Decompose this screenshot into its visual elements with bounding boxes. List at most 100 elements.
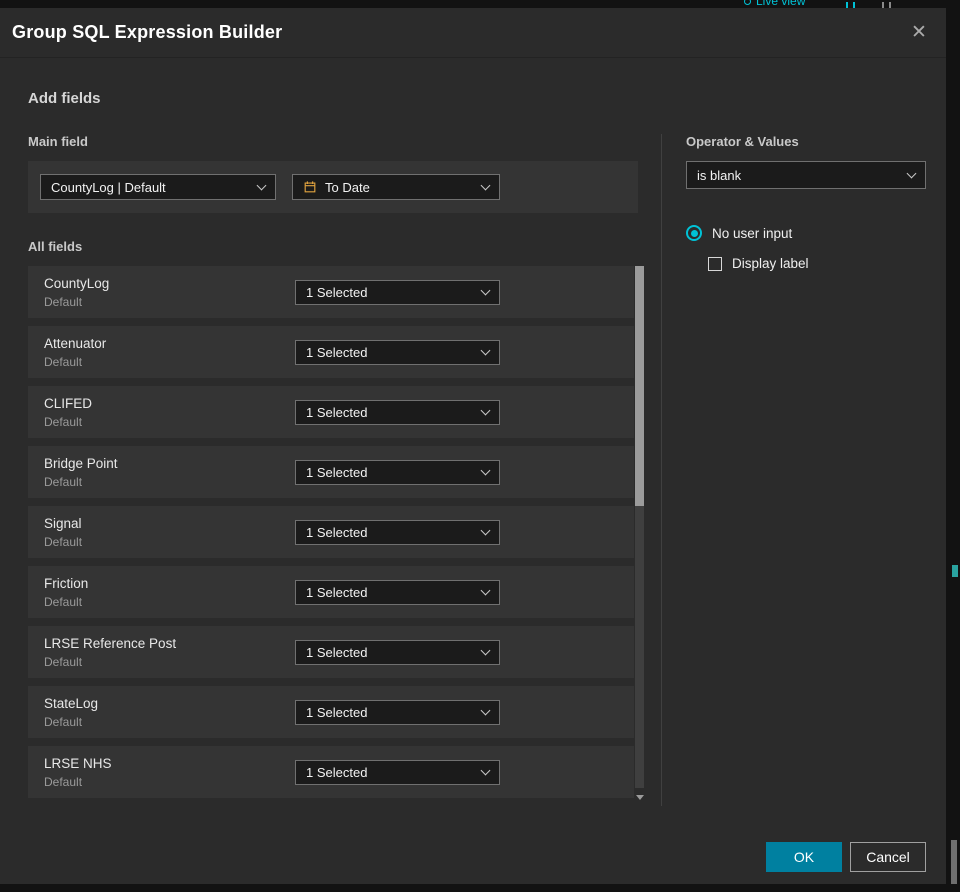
all-fields-label: All fields <box>28 239 83 254</box>
field-name: StateLog <box>44 695 99 711</box>
field-subtitle: Default <box>44 594 83 609</box>
date-field-dropdown-value: To Date <box>325 179 370 195</box>
field-selected-value: 1 Selected <box>306 284 368 300</box>
field-name: Signal <box>44 515 82 531</box>
dialog-header: Group SQL Expression Builder ✕ <box>0 8 946 58</box>
field-selected-value: 1 Selected <box>306 464 368 480</box>
scrollbar-down-arrow-icon[interactable] <box>635 793 644 801</box>
chevron-down-icon <box>480 405 491 416</box>
field-selected-dropdown[interactable]: 1 Selected <box>295 519 500 545</box>
chevron-down-icon <box>480 465 491 476</box>
close-icon: ✕ <box>911 22 927 43</box>
field-row: Signal Default 1 Selected <box>28 506 634 558</box>
chevron-down-icon <box>480 285 491 296</box>
scrollbar-thumb[interactable] <box>635 266 644 507</box>
field-selected-dropdown[interactable]: 1 Selected <box>295 699 500 725</box>
field-name: LRSE Reference Post <box>44 635 177 651</box>
field-row: CLIFED Default 1 Selected <box>28 386 634 438</box>
field-selected-value: 1 Selected <box>306 764 368 780</box>
ok-button[interactable]: OK <box>766 842 842 872</box>
add-fields-heading: Add fields <box>28 90 101 107</box>
display-label-checkbox[interactable] <box>708 256 722 271</box>
chevron-down-icon <box>480 705 491 716</box>
main-field-dropdown[interactable]: CountyLog | Default <box>40 174 276 200</box>
operator-dropdown[interactable]: is blank <box>686 161 926 189</box>
field-selected-dropdown[interactable]: 1 Selected <box>295 279 500 305</box>
field-selected-value: 1 Selected <box>306 404 368 420</box>
field-info: Signal Default <box>44 516 295 549</box>
field-subtitle: Default <box>44 474 83 489</box>
field-info: Attenuator Default <box>44 336 295 369</box>
calendar-icon <box>303 180 317 194</box>
field-row: StateLog Default 1 Selected <box>28 686 634 738</box>
field-subtitle: Default <box>44 714 83 729</box>
no-user-input-label: No user input <box>712 225 793 241</box>
field-row: Attenuator Default 1 Selected <box>28 326 634 378</box>
live-view-indicator: Live view <box>744 0 805 8</box>
main-field-label: Main field <box>28 134 88 149</box>
field-selected-value: 1 Selected <box>306 344 368 360</box>
field-name: Friction <box>44 575 89 591</box>
operator-values-panel: Operator & Values is blank No user input… <box>661 134 946 806</box>
chevron-down-icon <box>480 645 491 656</box>
display-label-text: Display label <box>732 256 809 271</box>
main-field-dropdown-value: CountyLog | Default <box>51 179 166 195</box>
scrollbar[interactable] <box>635 266 644 788</box>
close-button[interactable]: ✕ <box>906 20 932 46</box>
field-selected-dropdown[interactable]: 1 Selected <box>295 399 500 425</box>
field-selected-dropdown[interactable]: 1 Selected <box>295 639 500 665</box>
chevron-down-icon <box>480 525 491 536</box>
display-label-option[interactable]: Display label <box>708 256 926 271</box>
live-view-label: Live view <box>756 0 806 8</box>
field-row: LRSE NHS Default 1 Selected <box>28 746 634 798</box>
group-sql-expression-builder-dialog: Group SQL Expression Builder ✕ Add field… <box>0 8 946 884</box>
field-selected-value: 1 Selected <box>306 644 368 660</box>
chevron-down-icon <box>480 180 491 191</box>
field-name: CountyLog <box>44 275 110 291</box>
chevron-down-icon <box>906 168 917 179</box>
no-user-input-option[interactable]: No user input <box>686 225 926 241</box>
no-user-input-radio[interactable] <box>686 225 702 241</box>
field-subtitle: Default <box>44 354 83 369</box>
live-view-dot-icon <box>744 0 751 5</box>
backdrop-top-strip: Live view <box>0 0 960 8</box>
field-name: LRSE NHS <box>44 755 112 771</box>
field-name: Attenuator <box>44 335 107 351</box>
operator-dropdown-value: is blank <box>697 167 742 183</box>
field-info: CLIFED Default <box>44 396 295 429</box>
field-selected-value: 1 Selected <box>306 704 368 720</box>
field-info: Bridge Point Default <box>44 456 295 489</box>
dialog-body: Add fields Main field CountyLog | Defaul… <box>0 58 946 884</box>
backdrop-edge-fragment <box>952 565 958 577</box>
field-info: LRSE NHS Default <box>44 756 295 789</box>
field-selected-dropdown[interactable]: 1 Selected <box>295 759 500 785</box>
field-subtitle: Default <box>44 774 83 789</box>
field-selected-value: 1 Selected <box>306 524 368 540</box>
chevron-down-icon <box>480 765 491 776</box>
field-row: LRSE Reference Post Default 1 Selected <box>28 626 634 678</box>
field-selected-dropdown[interactable]: 1 Selected <box>295 579 500 605</box>
main-field-panel: CountyLog | Default To Date <box>28 161 638 213</box>
field-row: Friction Default 1 Selected <box>28 566 634 618</box>
field-name: CLIFED <box>44 395 93 411</box>
date-field-dropdown[interactable]: To Date <box>292 174 500 200</box>
field-row: Bridge Point Default 1 Selected <box>28 446 634 498</box>
field-selected-dropdown[interactable]: 1 Selected <box>295 339 500 365</box>
dialog-title: Group SQL Expression Builder <box>12 22 283 42</box>
field-info: StateLog Default <box>44 696 295 729</box>
chevron-down-icon <box>480 345 491 356</box>
field-row: CountyLog Default 1 Selected <box>28 266 634 318</box>
field-name: Bridge Point <box>44 455 118 471</box>
dialog-footer: OK Cancel <box>766 842 926 872</box>
field-subtitle: Default <box>44 654 83 669</box>
field-info: CountyLog Default <box>44 276 295 309</box>
field-info: Friction Default <box>44 576 295 609</box>
field-selected-dropdown[interactable]: 1 Selected <box>295 459 500 485</box>
chevron-down-icon <box>256 180 267 191</box>
field-subtitle: Default <box>44 534 83 549</box>
field-subtitle: Default <box>44 294 83 309</box>
field-subtitle: Default <box>44 414 83 429</box>
backdrop-page-scrollbar[interactable] <box>951 840 957 884</box>
field-selected-value: 1 Selected <box>306 584 368 600</box>
cancel-button[interactable]: Cancel <box>850 842 926 872</box>
